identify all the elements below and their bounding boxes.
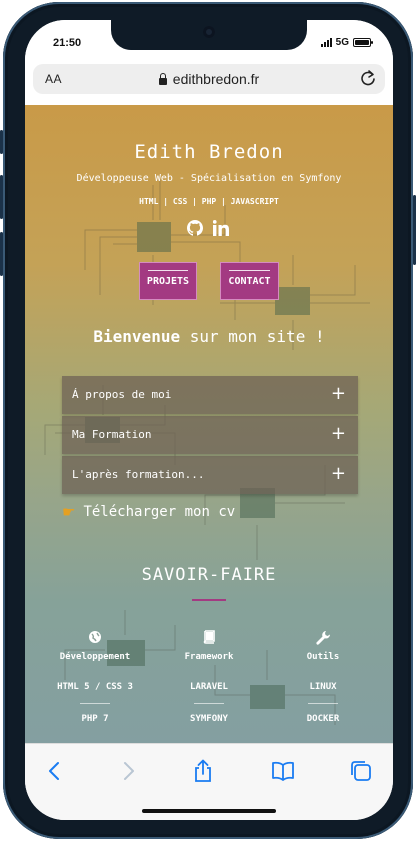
github-icon[interactable]: [187, 220, 203, 240]
projects-button-label: PROJETS: [146, 276, 190, 287]
welcome-rest: sur mon site !: [180, 327, 325, 346]
skill-item: SYMFONY: [190, 714, 228, 724]
lock-icon: [158, 73, 167, 85]
book-icon: [154, 630, 264, 650]
battery-icon: [353, 38, 373, 47]
projects-button[interactable]: PROJETS: [139, 262, 197, 300]
network-label: 5G: [335, 37, 349, 48]
plus-icon[interactable]: +: [331, 385, 346, 403]
back-icon[interactable]: [43, 759, 67, 783]
status-indicators: 5G: [320, 37, 373, 48]
social-links: [187, 220, 229, 240]
side-button: [0, 130, 3, 154]
column-title: Framework: [184, 652, 234, 662]
accordion-label: L'après formation...: [72, 468, 205, 481]
forward-icon[interactable]: [116, 759, 140, 783]
skill-item: PHP 7: [81, 714, 109, 724]
camera-icon: [203, 26, 215, 38]
item-separator: [308, 703, 338, 704]
wrench-icon: [268, 630, 378, 650]
phone-screen: 21:50 5G AA edithbredon.fr Edith Bredon …: [25, 20, 393, 820]
welcome-text: Bienvenue sur mon site !: [25, 327, 393, 346]
savoir-faire-title: SAVOIR-FAIRE: [141, 565, 277, 585]
share-icon[interactable]: [191, 759, 215, 783]
url-display[interactable]: edithbredon.fr: [33, 71, 385, 87]
accordion-label: Ma Formation: [72, 428, 152, 441]
status-time: 21:50: [53, 37, 82, 49]
download-cv-label: Télécharger mon cv: [83, 504, 236, 520]
contact-button[interactable]: CONTACT: [220, 262, 279, 300]
web-page: Edith Bredon Développeuse Web - Spéciali…: [25, 105, 393, 743]
accordion-item-formation[interactable]: Ma Formation +: [62, 416, 358, 454]
address-bar[interactable]: AA edithbredon.fr: [33, 64, 385, 94]
bookmarks-icon[interactable]: [271, 759, 295, 783]
accordion: Á propos de moi + Ma Formation + L'après…: [62, 376, 358, 496]
skill-item: HTML 5 / CSS 3: [57, 682, 133, 692]
skill-item: DOCKER: [306, 714, 340, 724]
accordion-label: Á propos de moi: [72, 388, 172, 401]
url-text: edithbredon.fr: [172, 71, 260, 87]
skill-item: LARAVEL: [190, 682, 228, 692]
browser-toolbar: [25, 743, 393, 820]
globe-icon: [40, 630, 150, 650]
status-bar: 21:50 5G: [25, 20, 393, 66]
welcome-bold: Bienvenue: [93, 327, 181, 346]
phone-mockup: 21:50 5G AA edithbredon.fr Edith Bredon …: [0, 0, 416, 841]
section-divider: [192, 599, 226, 601]
site-name: Edith Bredon: [134, 141, 284, 163]
column-title: Développement: [59, 652, 131, 662]
plus-icon[interactable]: +: [331, 465, 346, 483]
accordion-item-about[interactable]: Á propos de moi +: [62, 376, 358, 414]
skills-column-tools: Outils LINUX DOCKER: [268, 630, 378, 724]
skills-column-development: Développement HTML 5 / CSS 3 PHP 7: [40, 630, 150, 724]
skill-item: LINUX: [309, 682, 337, 692]
plus-icon[interactable]: +: [331, 425, 346, 443]
contact-button-label: CONTACT: [228, 276, 271, 287]
volume-down-button: [0, 232, 3, 276]
home-indicator: [142, 809, 276, 813]
item-separator: [194, 703, 224, 704]
volume-up-button: [0, 175, 3, 219]
signal-icon: [320, 38, 332, 47]
site-subtitle: Développeuse Web - Spécialisation en Sym…: [76, 173, 342, 184]
tabs-icon[interactable]: [349, 759, 373, 783]
linkedin-icon[interactable]: [212, 220, 229, 240]
skills-column-framework: Framework LARAVEL SYMFONY: [154, 630, 264, 724]
download-cv-link[interactable]: ☛ Télécharger mon cv: [62, 503, 235, 521]
column-title: Outils: [306, 652, 340, 662]
pointing-hand-icon: ☛: [62, 503, 76, 521]
item-separator: [80, 703, 110, 704]
reload-icon[interactable]: [359, 69, 377, 87]
accordion-item-after-formation[interactable]: L'après formation... +: [62, 456, 358, 494]
notch: [111, 20, 307, 50]
skills-line: HTML | CSS | PHP | JAVASCRIPT: [139, 197, 279, 206]
